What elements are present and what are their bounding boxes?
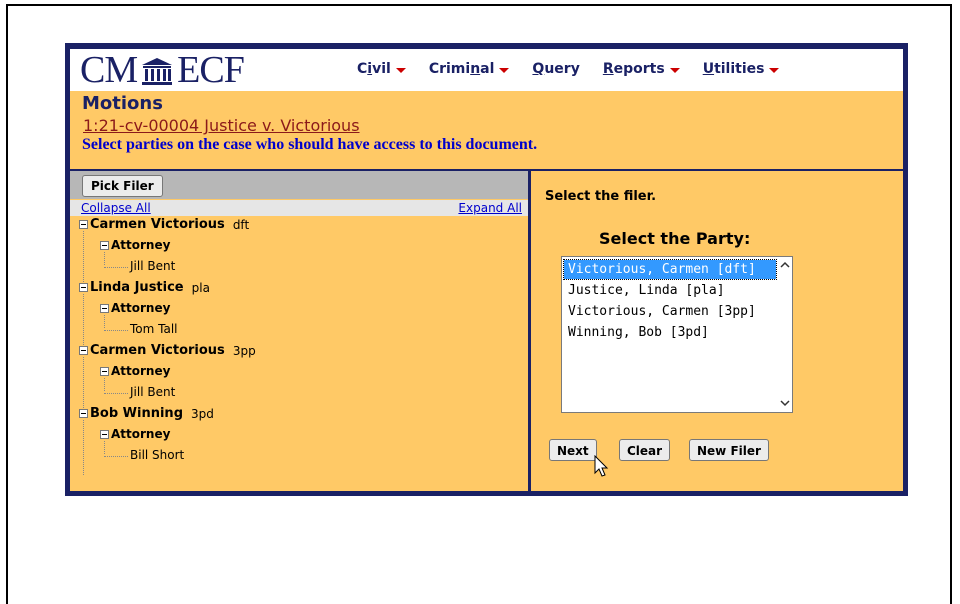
tree-attorney-group[interactable]: Attorney <box>100 238 170 252</box>
tree-attorney-name[interactable]: Tom Tall <box>130 322 178 336</box>
logo-ecf-text: ECF <box>177 49 245 91</box>
party-option[interactable]: Victorious, Carmen [dft] <box>563 259 777 280</box>
tree-connector <box>104 441 105 454</box>
collapse-icon[interactable] <box>79 409 88 418</box>
tree-connector <box>83 231 84 286</box>
new-filer-button[interactable]: New Filer <box>689 439 769 461</box>
attorney-group-label: Attorney <box>111 238 171 252</box>
party-name: Bob Winning <box>90 406 183 421</box>
dropdown-caret-icon <box>395 67 406 73</box>
tree-attorney-name[interactable]: Jill Bent <box>130 385 175 399</box>
instruction-text: Select parties on the case who should ha… <box>82 136 538 153</box>
tree-party-node[interactable]: Carmen Victorious dft <box>79 217 249 232</box>
collapse-icon[interactable] <box>100 366 109 376</box>
party-select-pane: Select the filer. Select the Party: Vict… <box>531 171 903 491</box>
clear-button[interactable]: Clear <box>619 439 671 461</box>
tree-attorney-group[interactable]: Attorney <box>100 364 170 378</box>
tree-connector <box>104 315 105 328</box>
collapse-icon[interactable] <box>100 429 109 439</box>
tree-connector <box>83 294 84 349</box>
main-menu: Ci vil Crimi n al Query Reports Utilities <box>357 61 802 77</box>
collapse-icon[interactable] <box>100 303 109 313</box>
filer-tree-pane: Pick Filer Collapse All Expand All Carme… <box>70 171 528 491</box>
scroll-down-icon[interactable] <box>780 399 790 407</box>
party-name: Carmen Victorious <box>90 343 225 358</box>
tree-connector <box>104 456 128 457</box>
dropdown-caret-icon <box>499 67 510 73</box>
collapse-all-link[interactable]: Collapse All <box>81 201 151 215</box>
case-link[interactable]: 1:21-cv-00004 Justice v. Victorious <box>83 116 360 135</box>
tree-attorney-group[interactable]: Attorney <box>100 301 170 315</box>
tree-connector <box>104 393 128 394</box>
menu-item-criminal[interactable]: Crimi n al <box>429 61 510 77</box>
party-option[interactable]: Justice, Linda [pla] <box>564 281 776 300</box>
tree-attorney-name[interactable]: Jill Bent <box>130 259 175 273</box>
tree-connector <box>104 330 128 331</box>
scroll-up-icon[interactable] <box>780 261 790 269</box>
tree-attorney-name[interactable]: Bill Short <box>130 448 184 462</box>
tree-connector <box>104 267 128 268</box>
tree-party-node[interactable]: Bob Winning 3pd <box>79 406 214 421</box>
attorney-group-label: Attorney <box>111 364 171 378</box>
dropdown-caret-icon <box>769 67 780 73</box>
menu-item-civil[interactable]: Ci vil <box>357 61 406 77</box>
expand-all-link[interactable]: Expand All <box>458 201 522 215</box>
party-role: 3pp <box>232 343 256 358</box>
tree-connector <box>104 378 105 391</box>
next-button[interactable]: Next <box>549 439 597 461</box>
party-role: pla <box>191 280 210 295</box>
tree-toolbar: Pick Filer <box>70 171 528 199</box>
party-option[interactable]: Victorious, Carmen [3pp] <box>564 302 776 321</box>
party-listbox[interactable]: Victorious, Carmen [dft] Justice, Linda [… <box>561 256 793 413</box>
cmecf-logo[interactable]: CM ECF <box>80 49 245 91</box>
menu-item-reports[interactable]: Reports <box>603 61 680 77</box>
attorney-group-label: Attorney <box>111 427 171 441</box>
tree-links: Collapse All Expand All <box>70 200 528 216</box>
collapse-icon[interactable] <box>79 220 88 229</box>
tree-connector <box>83 357 84 412</box>
header-bar: CM ECF Ci vil Crimi n al Query Reports Utilitie… <box>70 49 903 91</box>
party-role: dft <box>232 217 250 232</box>
party-name: Carmen Victorious <box>90 217 225 232</box>
select-filer-prompt: Select the filer. <box>545 189 657 204</box>
tree-connector <box>104 252 105 265</box>
logo-cm-text: CM <box>80 49 138 91</box>
page-title: Motions <box>82 93 163 114</box>
tree-party-node[interactable]: Linda Justice pla <box>79 280 210 295</box>
courthouse-icon <box>142 58 173 85</box>
tree-connector <box>83 420 84 475</box>
title-area: Motions 1:21-cv-00004 Justice v. Victori… <box>70 91 903 169</box>
pick-filer-button[interactable]: Pick Filer <box>82 175 163 197</box>
menu-item-utilities[interactable]: Utilities <box>703 61 780 77</box>
listbox-scrollbar[interactable] <box>778 257 792 412</box>
collapse-icon[interactable] <box>79 283 88 292</box>
party-option[interactable]: Winning, Bob [3pd] <box>564 323 776 342</box>
dropdown-caret-icon <box>669 67 680 73</box>
party-name: Linda Justice <box>90 280 184 295</box>
collapse-icon[interactable] <box>100 240 109 250</box>
tree-party-node[interactable]: Carmen Victorious 3pp <box>79 343 256 358</box>
mouse-pointer-icon <box>594 455 609 477</box>
attorney-group-label: Attorney <box>111 301 171 315</box>
menu-item-query[interactable]: Query <box>532 61 579 77</box>
tree-attorney-group[interactable]: Attorney <box>100 427 170 441</box>
party-role: 3pd <box>191 406 214 421</box>
select-party-heading: Select the Party: <box>599 229 751 248</box>
collapse-icon[interactable] <box>79 346 88 355</box>
